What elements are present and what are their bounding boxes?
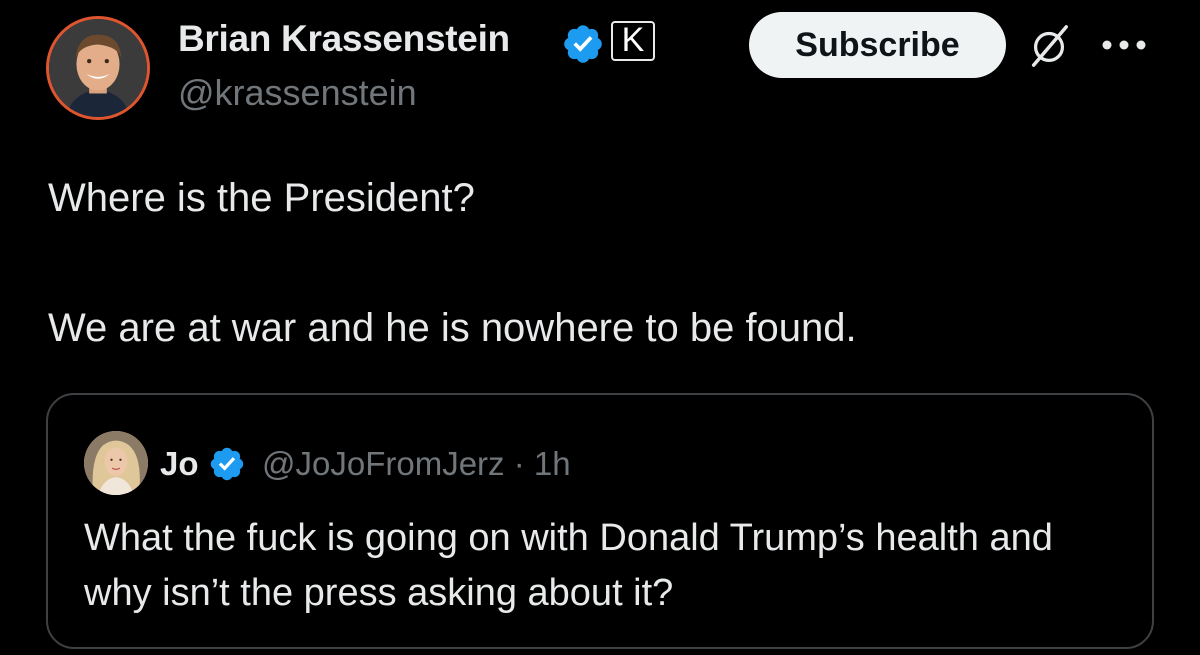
post-text-line1: Where is the President? [48,176,475,220]
grok-icon[interactable] [1026,23,1072,69]
post: Brian Krassenstein K @krassenstein Subsc… [0,0,1200,655]
author-display-name[interactable]: Brian Krassenstein [178,18,510,60]
post-text-line2: We are at war and he is nowhere to be fo… [48,306,857,350]
affiliate-badge[interactable]: K [611,21,655,61]
quote-text: What the fuck is going on with Donald Tr… [84,517,1053,614]
author-handle[interactable]: @krassenstein [178,72,417,114]
subscribe-button[interactable]: Subscribe [749,12,1006,78]
verified-badge-icon[interactable] [561,22,605,66]
author-avatar[interactable] [46,16,150,120]
profile-photo-icon [49,19,147,117]
profile-photo-icon [84,431,148,495]
quote-author-name[interactable]: Jo [160,445,199,483]
quoted-post-card[interactable]: Jo @JoJoFromJerz · 1h What the fuck is g… [46,393,1154,649]
verified-badge-icon[interactable] [208,445,246,483]
quote-author-avatar[interactable] [84,431,148,495]
affiliate-badge-letter: K [621,21,645,59]
more-horizontal-icon[interactable] [1100,38,1148,52]
quote-author-handle-time[interactable]: @JoJoFromJerz · 1h [262,445,571,483]
